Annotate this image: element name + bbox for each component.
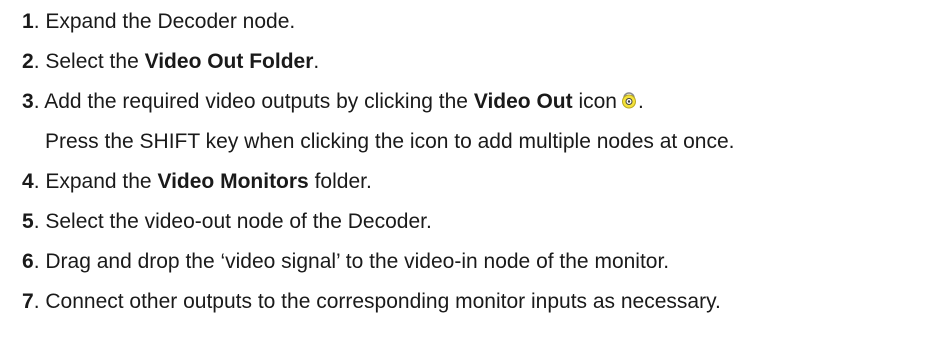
step-note-text: Press the SHIFT key when clicking the ic… (45, 130, 735, 153)
step-separator: . (33, 90, 45, 113)
instruction-list: 1. Expand the Decoder node. 2. Select th… (0, 0, 927, 345)
step-text-end: . (637, 90, 644, 113)
step-6: 6. Drag and drop the ‘video signal’ to t… (22, 244, 669, 280)
step-text-end: folder. (308, 170, 372, 193)
step-3-note: Press the SHIFT key when clicking the ic… (45, 124, 734, 160)
step-text: Drag and drop the ‘video signal’ to the … (45, 250, 670, 273)
step-separator: . (33, 290, 46, 313)
step-text-mid: icon (572, 90, 617, 113)
step-separator: . (33, 50, 46, 73)
step-text: Expand the (45, 170, 158, 193)
step-text: Connect other outputs to the correspondi… (45, 290, 721, 313)
step-number: 7 (22, 290, 34, 313)
step-5: 5. Select the video-out node of the Deco… (22, 204, 432, 240)
step-number: 3 (22, 90, 34, 113)
step-separator: . (33, 170, 46, 193)
step-4: 4. Expand the Video Monitors folder. (22, 164, 372, 200)
step-text-end: . (313, 50, 320, 73)
step-bold-term: Video Out (473, 90, 573, 113)
step-number: 4 (22, 170, 34, 193)
step-3: 3. Add the required video outputs by cli… (22, 84, 644, 120)
step-number: 6 (22, 250, 34, 273)
step-2: 2. Select the Video Out Folder. (22, 44, 319, 80)
step-text: Add the required video outputs by clicki… (44, 90, 474, 113)
step-text: Expand the Decoder node. (45, 10, 296, 33)
step-separator: . (33, 10, 46, 33)
step-text: Select the (45, 50, 145, 73)
step-number: 2 (22, 50, 34, 73)
step-text: Select the video-out node of the Decoder… (45, 210, 432, 233)
step-separator: . (33, 210, 46, 233)
step-1: 1. Expand the Decoder node. (22, 4, 295, 40)
step-number: 5 (22, 210, 34, 233)
step-bold-term: Video Out Folder (144, 50, 314, 73)
step-number: 1 (22, 10, 34, 33)
video-out-icon (620, 91, 638, 109)
step-bold-term: Video Monitors (157, 170, 309, 193)
step-7: 7. Connect other outputs to the correspo… (22, 284, 721, 320)
step-separator: . (33, 250, 46, 273)
